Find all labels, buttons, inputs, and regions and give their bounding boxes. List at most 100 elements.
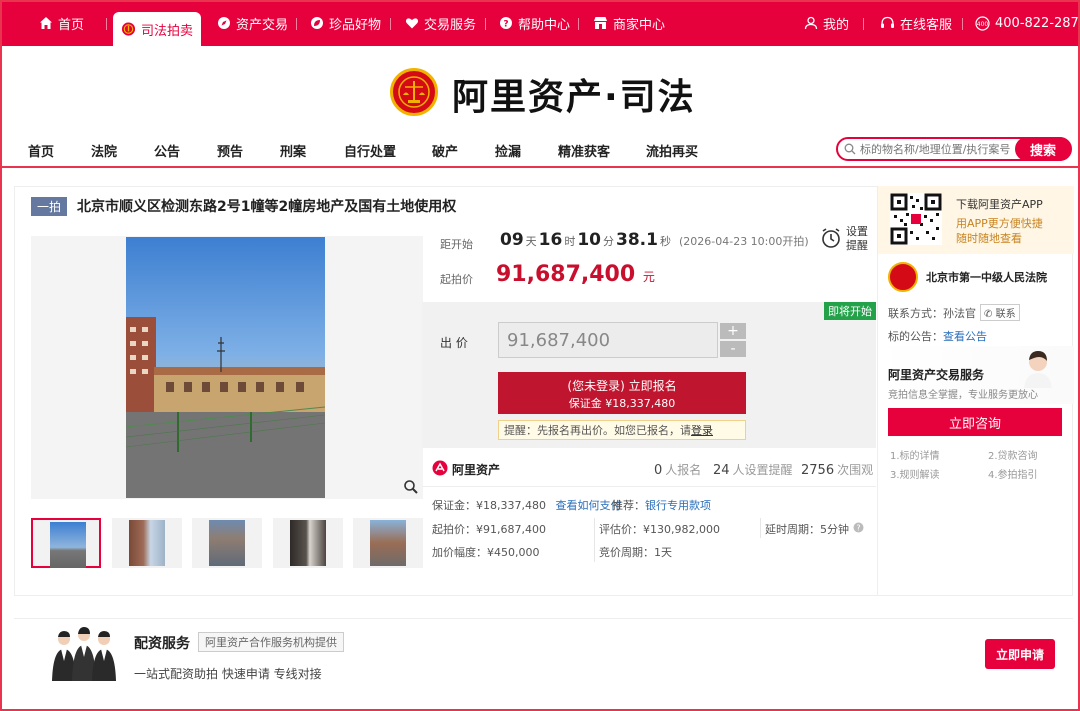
bid-increase-button[interactable]: + xyxy=(720,323,746,339)
leaf-icon xyxy=(309,16,324,31)
bank-payment-link[interactable]: 银行专用款项 xyxy=(645,499,711,512)
coming-soon-badge: 即将开始 xyxy=(824,302,876,320)
countdown-label: 距开始 xyxy=(440,238,473,251)
alarm-clock-icon xyxy=(820,227,842,252)
view-count-value: 2756 xyxy=(801,463,835,478)
subnav-item-precise-leads[interactable]: 精准获客 xyxy=(558,141,610,160)
topnav-home-label: 首页 xyxy=(58,17,85,33)
thumbnail-4[interactable] xyxy=(273,518,343,568)
bid-panel: 即将开始 出 价 91,687,400 + - (您未登录) 立即报名 保证金 … xyxy=(422,302,876,448)
seconds-unit: 秒 xyxy=(659,235,671,248)
login-link[interactable]: 登录 xyxy=(691,422,713,438)
thumbnail-3[interactable] xyxy=(192,518,262,568)
topnav-home[interactable]: 首页 xyxy=(38,0,84,46)
topnav-asset-trading-label: 资产交易 xyxy=(236,17,289,33)
service-staff-illustration xyxy=(48,625,120,681)
main-photo-viewer[interactable] xyxy=(31,236,423,499)
guide-loan-consult[interactable]: 2.贷款咨询 xyxy=(988,447,1038,462)
consult-now-button[interactable]: 立即咨询 xyxy=(888,408,1062,436)
auction-round-tag: 一拍 xyxy=(31,196,68,216)
guide-bidding[interactable]: 4.参拍指引 xyxy=(988,466,1038,481)
subnav-item-bargain[interactable]: 捡漏 xyxy=(495,141,521,160)
apply-now-button[interactable]: 立即申请 xyxy=(985,639,1055,669)
register-now-button[interactable]: (您未登录) 立即报名 保证金 ¥18,337,480 xyxy=(498,372,746,414)
financing-provider-tag: 阿里资产合作服务机构提供 xyxy=(198,632,344,652)
topnav-phone[interactable]: 400 400-822-2870 xyxy=(975,0,1080,46)
topnav-judicial-auction[interactable]: 司法拍卖 xyxy=(113,12,202,46)
property-photo xyxy=(126,237,325,498)
bid-label: 出 价 xyxy=(440,336,468,350)
logo-row: 阿里资产·司法 xyxy=(0,46,1080,132)
countdown-seconds: 38.1 xyxy=(616,230,658,250)
service-agent-avatar xyxy=(1004,348,1062,391)
search-input[interactable] xyxy=(860,141,1012,157)
topnav-trade-service[interactable]: 交易服务 xyxy=(404,0,476,46)
help-icon: ? xyxy=(498,16,513,31)
topnav-asset-trading[interactable]: 资产交易 xyxy=(216,0,288,46)
contact-button-label: 联系 xyxy=(995,309,1016,320)
reminder-count-value: 24 xyxy=(713,463,730,478)
divider xyxy=(760,518,761,538)
topnav-my-account[interactable]: 我的 xyxy=(803,0,849,46)
subnav-item-self-disposal[interactable]: 自行处置 xyxy=(344,141,396,160)
lot-title-row: 一拍 北京市顺义区检测东路2号1幢等2幢房地产及国有土地使用权 xyxy=(31,196,456,216)
phone-icon: ✆ xyxy=(984,309,993,320)
guide-lot-details[interactable]: 1.标的详情 xyxy=(890,447,940,462)
subnav-item-criminal[interactable]: 刑案 xyxy=(280,141,306,160)
contact-button[interactable]: ✆ 联系 xyxy=(980,304,1020,321)
start-price: 91,687,400 元 xyxy=(496,262,655,287)
topnav-online-service[interactable]: 在线客服 xyxy=(880,0,952,46)
search-button[interactable]: 搜索 xyxy=(1015,137,1071,161)
financing-title: 配资服务 xyxy=(134,636,190,652)
store-icon xyxy=(593,16,608,31)
search-icon xyxy=(844,143,856,155)
info-icon[interactable]: ? xyxy=(853,522,864,536)
section-navigation: 首页 法院 公告 预告 刑案 自行处置 破产 捡漏 精准获客 流拍再买 搜索 xyxy=(0,132,1080,168)
subnav-item-preview[interactable]: 预告 xyxy=(217,141,243,160)
topnav-help-center[interactable]: ? 帮助中心 xyxy=(498,0,570,46)
trade-service-banner: 阿里资产交易服务 竞拍信息全掌握，专业服务更放心 xyxy=(878,346,1074,404)
separator xyxy=(578,18,579,30)
thumbnail-5[interactable] xyxy=(353,518,423,568)
topnav-merchant-center[interactable]: 商家中心 xyxy=(593,0,665,46)
subnav-item-home[interactable]: 首页 xyxy=(28,141,54,160)
separator xyxy=(296,18,297,30)
signup-count: 0 人报名 xyxy=(654,461,701,478)
app-download-banner[interactable]: 下载阿里资产APP 用APP更方便快捷 随时随地查看 xyxy=(878,186,1074,254)
signup-count-label: 人报名 xyxy=(665,463,702,477)
reminder-count: 24 人设置提醒 xyxy=(713,461,793,478)
price-unit: 元 xyxy=(642,270,655,284)
topnav-help-center-label: 帮助中心 xyxy=(518,17,571,33)
court-info[interactable]: 北京市第一中级人民法院 xyxy=(888,262,1047,292)
topnav-online-service-label: 在线客服 xyxy=(900,17,953,33)
site-logo-text[interactable]: 阿里资产·司法 xyxy=(452,68,696,120)
home-icon xyxy=(38,16,53,31)
zoom-icon[interactable] xyxy=(403,479,419,495)
subnav-item-bankruptcy[interactable]: 破产 xyxy=(432,141,458,160)
topnav-trade-service-label: 交易服务 xyxy=(424,17,477,33)
thumbnail-2[interactable] xyxy=(112,518,182,568)
countdown-minutes: 10 xyxy=(577,230,602,250)
subnav-item-announcement[interactable]: 公告 xyxy=(154,141,180,160)
guide-rules[interactable]: 3.规则解读 xyxy=(890,466,940,481)
app-subtitle-2: 随时随地查看 xyxy=(956,232,1022,245)
subnav-item-rebuy[interactable]: 流拍再买 xyxy=(646,141,698,160)
recommend-label: 推荐： xyxy=(612,499,645,512)
svg-text:?: ? xyxy=(856,524,860,533)
lot-title: 北京市顺义区检测东路2号1幢等2幢房地产及国有土地使用权 xyxy=(77,199,457,215)
subnav-item-court[interactable]: 法院 xyxy=(91,141,117,160)
right-sidebar: 下载阿里资产APP 用APP更方便快捷 随时随地查看 北京市第一中级人民法院 联… xyxy=(877,186,1074,596)
bid-decrease-button[interactable]: - xyxy=(720,341,746,357)
separator xyxy=(962,18,963,30)
divider xyxy=(594,518,595,562)
topnav-treasures[interactable]: 珍品好物 xyxy=(309,0,381,46)
bid-amount-input[interactable]: 91,687,400 xyxy=(498,322,718,358)
reminder-count-label: 人设置提醒 xyxy=(732,463,793,477)
thumbnail-1[interactable] xyxy=(31,518,101,568)
bid-increment: 加价幅度：¥450,000 xyxy=(432,546,540,559)
view-notice-link[interactable]: 查看公告 xyxy=(943,330,987,343)
phone-icon: 400 xyxy=(975,15,990,31)
separator xyxy=(863,18,864,30)
compass-icon xyxy=(216,16,231,31)
set-reminder-button[interactable]: 设置 提醒 xyxy=(820,224,872,254)
